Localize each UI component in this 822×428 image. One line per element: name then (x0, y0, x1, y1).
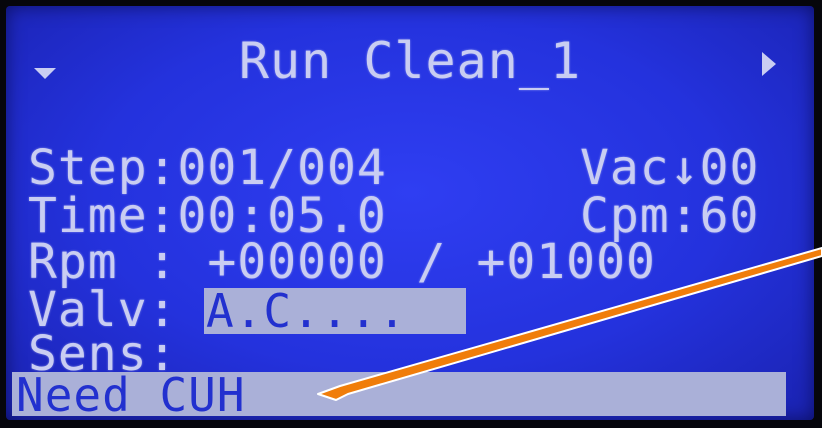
time-readout: Time:00:05.0 (28, 188, 387, 244)
rpm-readout: Rpm : +00000 / +01000 (28, 234, 656, 290)
lcd-screen: Run Clean_1 Step:001/004 Vac↓00 Time:00:… (6, 6, 814, 420)
vac-readout: Vac↓00 (580, 140, 760, 196)
valv-value: A.C.... (206, 284, 407, 338)
step-readout: Step:001/004 (28, 140, 387, 196)
triangle-right-icon[interactable] (762, 52, 776, 76)
device-photo: Run Clean_1 Step:001/004 Vac↓00 Time:00:… (0, 0, 822, 428)
screen-title: Run Clean_1 (238, 32, 582, 90)
cpm-readout: Cpm:60 (580, 188, 760, 244)
status-message: Need CUH (16, 368, 246, 422)
